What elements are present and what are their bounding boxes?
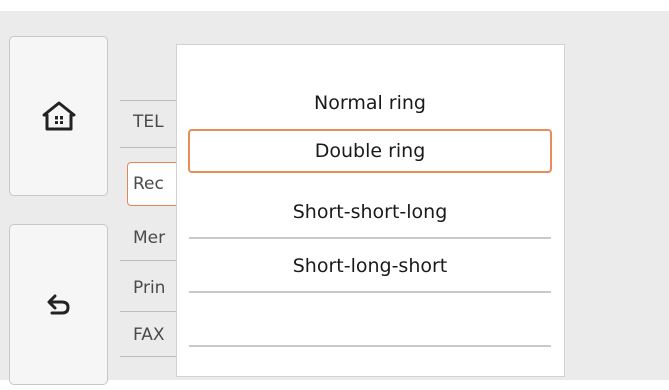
option-divider: [189, 291, 551, 293]
option-normal-ring[interactable]: Normal ring: [188, 81, 552, 125]
background-menu-item-mem: Mer: [133, 228, 166, 248]
option-short-long-short[interactable]: Short-long-short: [188, 244, 552, 288]
background-menu-item-tel: TEL: [133, 112, 164, 132]
home-button[interactable]: [9, 36, 108, 196]
ring-pattern-popup: Normal ring Double ring Short-short-long…: [176, 44, 565, 377]
background-menu-item-print: Prin: [133, 278, 166, 298]
option-double-ring[interactable]: Double ring: [188, 129, 552, 173]
option-short-short-long[interactable]: Short-short-long: [188, 190, 552, 234]
touchscreen: TEL Rec Mer Prin FAX Normal ring Double …: [0, 11, 669, 385]
back-arrow-icon: [46, 294, 72, 316]
option-divider: [189, 237, 551, 239]
background-menu-item-fax: FAX: [133, 325, 165, 345]
background-menu-item-rec: Rec: [133, 174, 164, 194]
option-divider: [189, 345, 551, 347]
home-icon: [42, 101, 76, 131]
back-button[interactable]: [9, 224, 108, 385]
